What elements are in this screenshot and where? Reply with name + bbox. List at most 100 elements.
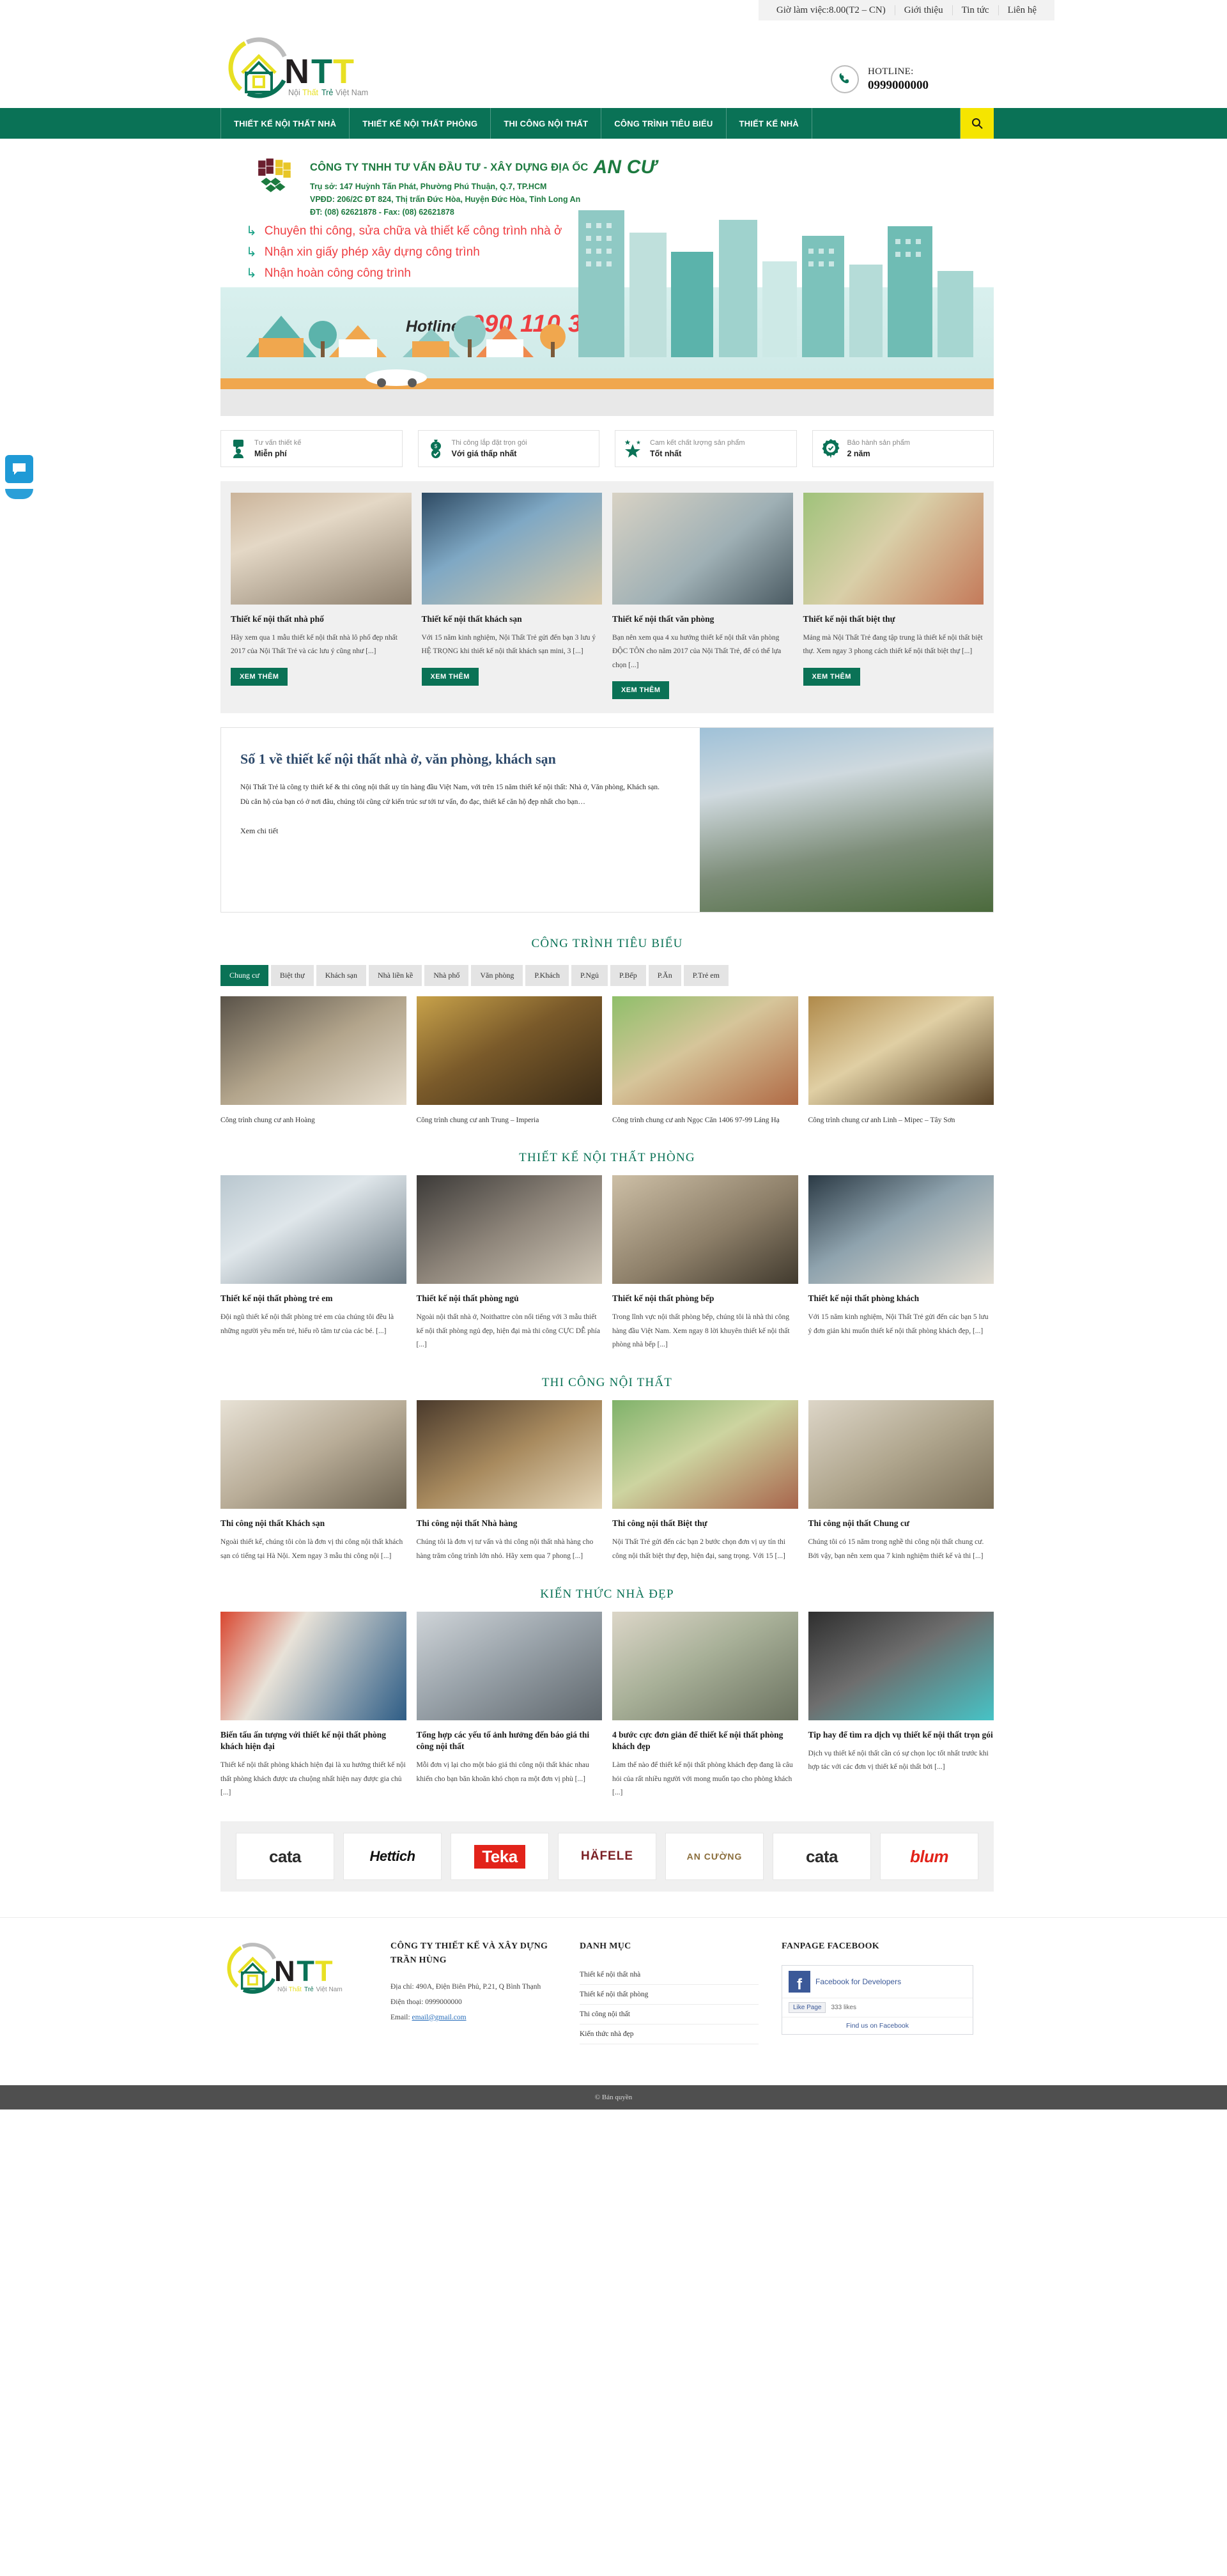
room-image xyxy=(808,1175,994,1284)
tab-nha-lien-ke[interactable]: Nhà liền kề xyxy=(369,965,422,987)
tab-chung-cu[interactable]: Chung cư xyxy=(220,965,268,987)
room-section-heading: THIẾT KẾ NỘI THẤT PHÒNG xyxy=(519,1151,695,1165)
facebook-follow-link[interactable]: Find us on Facebook xyxy=(782,2016,973,2034)
topbar-link-about[interactable]: Giới thiệu xyxy=(895,5,953,15)
tab-p-ngu[interactable]: P.Ngủ xyxy=(571,965,608,987)
knowledge-item[interactable]: Tổng hợp các yếu tố ảnh hưởng đến báo gi… xyxy=(416,1611,603,1800)
construction-title[interactable]: Thi công nội thất Chung cư xyxy=(808,1518,994,1529)
city-skyline-illustration xyxy=(246,210,973,387)
project-image xyxy=(416,996,602,1106)
about-read-more-link[interactable]: Xem chi tiết xyxy=(240,826,278,836)
construction-title[interactable]: Thi công nội thất Nhà hàng xyxy=(417,1518,603,1529)
project-item[interactable]: Công trình chung cư anh Trung – Imperia xyxy=(416,996,603,1127)
footer-menu-item-thiet-ke-noi-that-phong[interactable]: Thiết kế nội thất phòng xyxy=(580,1985,759,2005)
room-item[interactable]: Thiết kế nội thất phòng ngủ Ngoài nội th… xyxy=(416,1175,603,1352)
chat-bubble-icon[interactable] xyxy=(5,455,33,483)
site-logo[interactable]: N T T Nội Thất Trẻ Việt Nam xyxy=(220,35,380,105)
promo-banner[interactable]: CÔNG TY TNHH TƯ VẤN ĐẦU TƯ - XÂY DỰNG ĐỊ… xyxy=(220,148,994,416)
tab-p-bep[interactable]: P.Bếp xyxy=(610,965,646,987)
knowledge-title[interactable]: Biến tấu ấn tượng với thiết kế nội thất … xyxy=(220,1729,406,1752)
card-biet-thu[interactable]: Thiết kế nội thất biệt thự Mảng mà Nội T… xyxy=(803,493,984,699)
nav-spacer xyxy=(812,108,961,139)
footer-menu-item-kien-thuc-nha-dep[interactable]: Kiến thức nhà đẹp xyxy=(580,2025,759,2044)
room-title[interactable]: Thiết kế nội thất phòng trẻ em xyxy=(220,1293,406,1304)
partner-cata-1[interactable]: cata xyxy=(236,1833,334,1881)
footer-logo[interactable]: N T T Nội Thất Trẻ Việt Nam xyxy=(220,1940,367,2044)
tab-p-tre-em[interactable]: P.Trẻ em xyxy=(683,965,729,987)
project-caption[interactable]: Công trình chung cư anh Trung – Imperia xyxy=(417,1114,603,1127)
tab-nha-pho[interactable]: Nhà phố xyxy=(424,965,469,987)
project-caption[interactable]: Công trình chung cư anh Ngọc Căn 1406 97… xyxy=(612,1114,798,1127)
footer-email-value[interactable]: email@gmail.com xyxy=(412,2014,467,2021)
construction-item[interactable]: Thi công nội thất Nhà hàng Chúng tôi là … xyxy=(416,1400,603,1563)
construction-item[interactable]: Thi công nội thất Chung cư Chúng tôi có … xyxy=(808,1400,994,1563)
room-item[interactable]: Thiết kế nội thất phòng bếp Trong lĩnh v… xyxy=(612,1175,798,1352)
read-more-button[interactable]: XEM THÊM xyxy=(803,667,860,686)
partner-an-cuong[interactable]: AN CƯỜNG xyxy=(665,1833,764,1881)
card-title[interactable]: Thiết kế nội thất khách sạn xyxy=(422,613,603,625)
room-title[interactable]: Thiết kế nội thất phòng ngủ xyxy=(417,1293,603,1304)
tab-p-khach[interactable]: P.Khách xyxy=(525,965,569,987)
tab-biet-thu[interactable]: Biệt thự xyxy=(270,965,314,987)
knowledge-title[interactable]: 4 bước cực đơn giản để thiết kế nội thất… xyxy=(612,1729,798,1752)
card-khach-san[interactable]: Thiết kế nội thất khách sạn Với 15 năm k… xyxy=(421,493,603,699)
tab-van-phong[interactable]: Văn phòng xyxy=(471,965,523,987)
knowledge-description: Mỗi đơn vị lại cho một báo giá thi công … xyxy=(416,1761,589,1783)
room-item[interactable]: Thiết kế nội thất phòng khách Với 15 năm… xyxy=(808,1175,994,1352)
card-title[interactable]: Thiết kế nội thất văn phòng xyxy=(612,613,793,625)
card-nha-pho[interactable]: Thiết kế nội thất nhà phố Hãy xem qua 1 … xyxy=(231,493,412,699)
card-title[interactable]: Thiết kế nội thất nhà phố xyxy=(231,613,412,625)
svg-text:$: $ xyxy=(434,443,437,449)
read-more-button[interactable]: XEM THÊM xyxy=(612,681,670,700)
construction-title[interactable]: Thi công nội thất Khách sạn xyxy=(220,1518,406,1529)
project-caption[interactable]: Công trình chung cư anh Hoàng xyxy=(220,1114,406,1127)
partner-cata-2[interactable]: cata xyxy=(773,1833,871,1881)
partner-blum[interactable]: blum xyxy=(880,1833,978,1881)
chat-toggle-tab[interactable] xyxy=(5,489,33,499)
partner-hettich[interactable]: Hettich xyxy=(343,1833,442,1881)
project-item[interactable]: Công trình chung cư anh Linh – Mipec – T… xyxy=(808,996,994,1127)
knowledge-title[interactable]: Tổng hợp các yếu tố ảnh hưởng đến báo gi… xyxy=(417,1729,603,1752)
partner-teka[interactable]: Teka xyxy=(451,1833,549,1881)
knowledge-item[interactable]: Biến tấu ấn tượng với thiết kế nội thất … xyxy=(220,1611,406,1800)
knowledge-item[interactable]: 4 bước cực đơn giản để thiết kế nội thất… xyxy=(612,1611,798,1800)
header-hotline[interactable]: HOTLINE: 0999000000 xyxy=(831,65,929,93)
card-title[interactable]: Thiết kế nội thất biệt thự xyxy=(803,613,984,625)
tab-khach-san[interactable]: Khách sạn xyxy=(316,965,367,987)
tab-p-an[interactable]: P.Ăn xyxy=(648,965,681,987)
footer-menu-item-thi-cong-noi-that[interactable]: Thi công nội thất xyxy=(580,2005,759,2025)
footer-menu-item-thiet-ke-noi-that-nha[interactable]: Thiết kế nội thất nhà xyxy=(580,1965,759,1985)
project-item[interactable]: Công trình chung cư anh Ngọc Căn 1406 97… xyxy=(612,996,798,1127)
nav-item-thi-cong-noi-that[interactable]: THI CÔNG NỘI THẤT xyxy=(491,108,602,139)
facebook-like-button[interactable]: Like Page xyxy=(789,2001,826,2013)
feature-strip: Tư vấn thiết kế Miễn phí $ Thi công lắp … xyxy=(220,430,994,467)
topbar-link-news[interactable]: Tin tức xyxy=(953,5,999,15)
project-caption[interactable]: Công trình chung cư anh Linh – Mipec – T… xyxy=(808,1114,994,1127)
room-title[interactable]: Thiết kế nội thất phòng bếp xyxy=(612,1293,798,1304)
card-van-phong[interactable]: Thiết kế nội thất văn phòng Bạn nên xem … xyxy=(612,493,793,700)
knowledge-item[interactable]: Tip hay để tìm ra dịch vụ thiết kế nội t… xyxy=(808,1611,994,1800)
nav-item-cong-trinh-tieu-bieu[interactable]: CÔNG TRÌNH TIÊU BIỂU xyxy=(601,108,727,139)
copyright-bar: © Bản quyền xyxy=(0,2085,1227,2109)
room-title[interactable]: Thiết kế nội thất phòng khách xyxy=(808,1293,994,1304)
read-more-button[interactable]: XEM THÊM xyxy=(231,667,288,686)
search-icon[interactable] xyxy=(961,108,994,139)
nav-item-thiet-ke-noi-that-nha[interactable]: THIẾT KẾ NỘI THẤT NHÀ xyxy=(220,108,350,139)
nav-item-thiet-ke-nha[interactable]: THIẾT KẾ NHÀ xyxy=(727,108,812,139)
facebook-page-title[interactable]: Facebook for Developers xyxy=(815,1977,901,1986)
construction-item[interactable]: Thi công nội thất Khách sạn Ngoài thiết … xyxy=(220,1400,406,1563)
project-item[interactable]: Công trình chung cư anh Hoàng xyxy=(220,996,406,1127)
partner-hafele[interactable]: HÄFELE xyxy=(558,1833,656,1881)
construction-title[interactable]: Thi công nội thất Biệt thự xyxy=(612,1518,798,1529)
card-image xyxy=(803,493,984,605)
room-item[interactable]: Thiết kế nội thất phòng trẻ em Đội ngũ t… xyxy=(220,1175,406,1352)
facebook-page-widget[interactable]: f Facebook for Developers Like Page 333 … xyxy=(782,1964,973,2035)
facebook-like-label: Like Page xyxy=(793,2003,822,2011)
phone-icon xyxy=(831,65,859,93)
read-more-button[interactable]: XEM THÊM xyxy=(421,667,479,686)
nav-item-thiet-ke-noi-that-phong[interactable]: THIẾT KẾ NỘI THẤT PHÒNG xyxy=(350,108,491,139)
footer-company-info: CÔNG TY THIẾT KẾ VÀ XÂY DỰNG TRẦN HÙNG Đ… xyxy=(390,1940,557,2044)
knowledge-title[interactable]: Tip hay để tìm ra dịch vụ thiết kế nội t… xyxy=(808,1729,994,1741)
topbar-link-contact[interactable]: Liên hệ xyxy=(999,5,1046,15)
construction-item[interactable]: Thi công nội thất Biệt thự Nội Thất Trẻ … xyxy=(612,1400,798,1563)
